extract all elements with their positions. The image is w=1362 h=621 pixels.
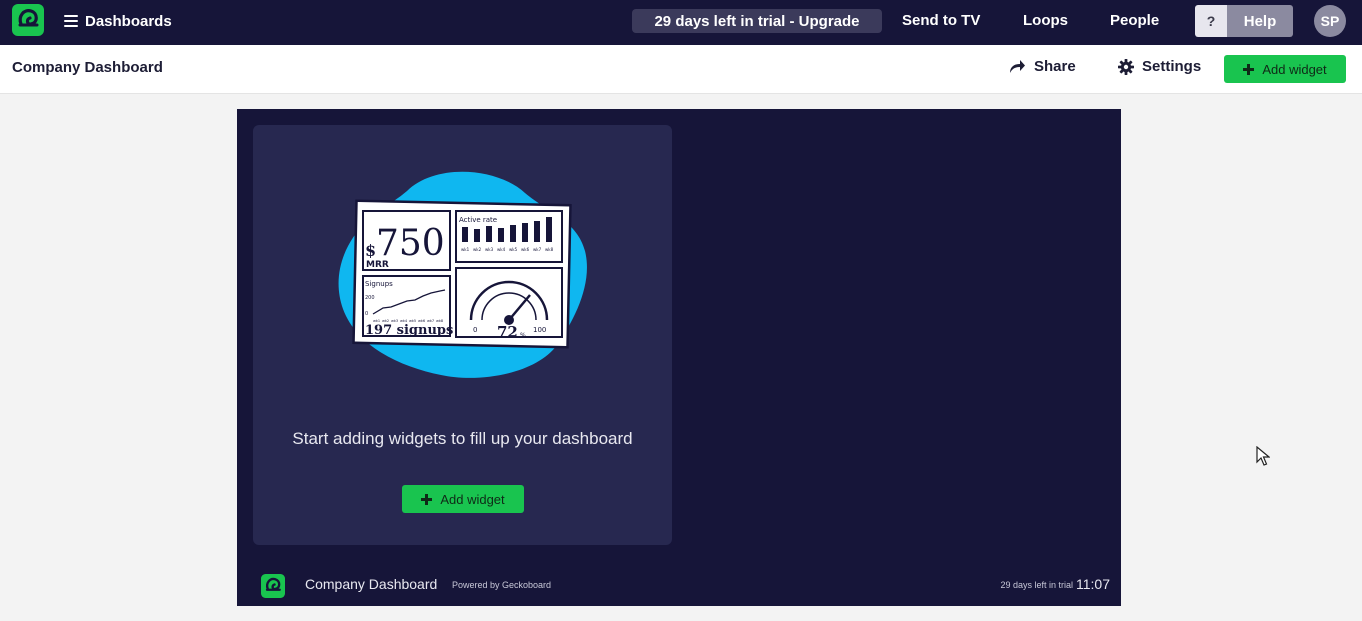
mrr-currency: $: [365, 241, 376, 260]
week-label: wk3: [485, 247, 494, 252]
gauge-unit: %: [520, 332, 526, 339]
people-link[interactable]: People: [1110, 12, 1159, 29]
dashboards-label: Dashboards: [85, 12, 172, 30]
active-rate-label: Active rate: [459, 216, 497, 224]
trial-upgrade-button[interactable]: 29 days left in trial - Upgrade: [632, 9, 882, 33]
signups-label: Signups: [365, 280, 393, 288]
gauge-min: 0: [473, 326, 477, 334]
add-widget-card-button[interactable]: Add widget: [402, 485, 524, 513]
share-arrow-icon: [1010, 60, 1025, 73]
footer-dashboard-title: Company Dashboard: [305, 576, 438, 592]
help-button[interactable]: Help: [1227, 5, 1293, 37]
week-label: wk1: [461, 247, 470, 252]
add-widget-card-label: Add widget: [440, 491, 505, 507]
settings-button[interactable]: Settings: [1118, 58, 1201, 75]
plus-icon: [1243, 63, 1255, 75]
footer-trial-text: 29 days left in trial: [1000, 580, 1073, 590]
week-label: wk6: [521, 247, 530, 252]
active-rate-bar: [546, 217, 552, 242]
signups-total: 197 signups: [365, 323, 453, 338]
empty-state-message: Start adding widgets to fill up your das…: [292, 429, 633, 448]
week-label: wk2: [473, 247, 482, 252]
send-to-tv-link[interactable]: Send to TV: [902, 12, 980, 29]
active-rate-bar: [474, 229, 480, 242]
week-label: wk4: [497, 247, 506, 252]
mouse-cursor-icon: [1256, 446, 1270, 466]
plus-icon: [421, 493, 433, 505]
footer-clock: 11:07: [1076, 576, 1110, 592]
week-label: wk7: [533, 247, 542, 252]
add-widget-button[interactable]: Add widget: [1224, 55, 1346, 83]
top-navigation-bar: Dashboards 29 days left in trial - Upgra…: [0, 0, 1362, 45]
signups-axis-top: 200: [365, 295, 375, 301]
mrr-value: 750: [376, 223, 445, 264]
active-rate-bar: [498, 228, 504, 242]
user-avatar[interactable]: SP: [1314, 5, 1346, 37]
gauge-value: 72: [497, 323, 518, 341]
gauge-max: 100: [533, 326, 546, 334]
signups-axis-bottom: 0: [365, 311, 368, 317]
active-rate-bar: [462, 227, 468, 242]
help-group: ? Help: [1195, 5, 1293, 37]
week-label: wk8: [545, 247, 554, 252]
add-widget-label: Add widget: [1262, 61, 1327, 77]
dashboard-header: Company Dashboard Share Settings Add wid…: [0, 45, 1362, 94]
settings-label: Settings: [1142, 58, 1202, 75]
mrr-label: MRR: [366, 260, 389, 270]
week-label: wk5: [509, 247, 518, 252]
active-rate-bar: [510, 225, 516, 242]
share-button[interactable]: Share: [1009, 58, 1076, 75]
footer-powered-by: Powered by Geckoboard: [452, 580, 552, 590]
active-rate-bar: [534, 221, 540, 242]
gear-icon: [1118, 58, 1134, 75]
geckoboard-footer-logo-icon: [261, 574, 285, 598]
loops-link[interactable]: Loops: [1023, 12, 1068, 29]
help-question-button[interactable]: ?: [1195, 5, 1227, 37]
hamburger-icon: [64, 15, 78, 27]
share-label: Share: [1034, 58, 1076, 75]
page-title: Company Dashboard: [12, 59, 163, 76]
active-rate-bar: [522, 223, 528, 242]
dashboard-illustration: $ 750 MRR Active rate wk1 wk2 wk3 wk4 wk5 wk6…: [338, 171, 587, 378]
empty-state-card: $ 750 MRR Active rate wk1 wk2 wk3 wk4 wk5 wk6…: [253, 125, 672, 545]
dashboard-canvas: $ 750 MRR Active rate wk1 wk2 wk3 wk4 wk5 wk6…: [237, 109, 1121, 606]
active-rate-bar: [486, 226, 492, 242]
geckoboard-logo-icon[interactable]: [12, 4, 44, 36]
dashboards-menu-button[interactable]: Dashboards: [64, 10, 172, 32]
